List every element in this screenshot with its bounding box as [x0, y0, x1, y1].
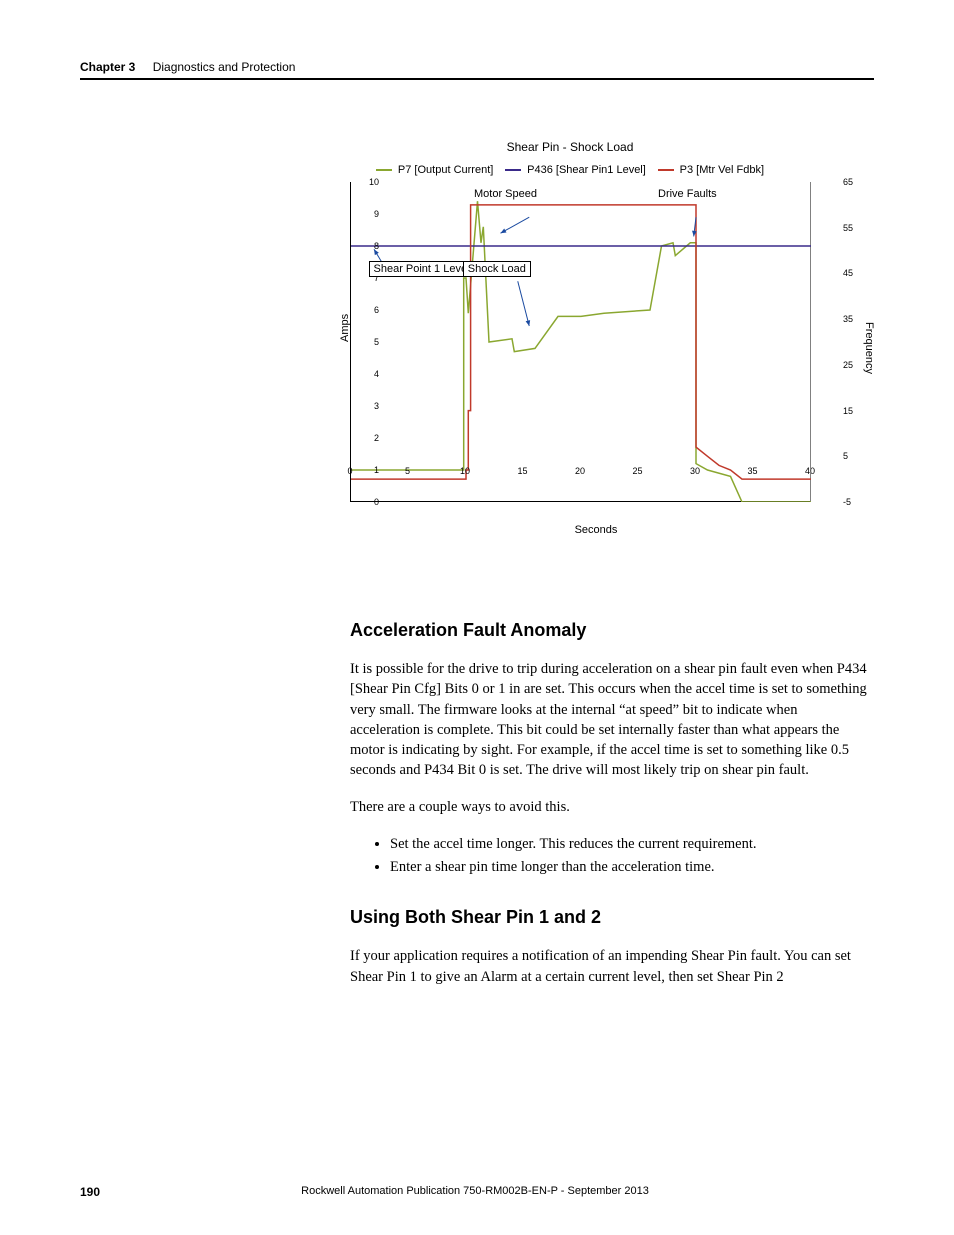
chart-annotation: Shock Load — [463, 261, 531, 277]
y2-tick: 5 — [843, 451, 861, 461]
chart-legend: P7 [Output Current] P436 [Shear Pin1 Lev… — [320, 164, 820, 176]
y-tick: 6 — [369, 305, 379, 315]
x-tick: 5 — [405, 466, 410, 476]
x-tick: 30 — [690, 466, 700, 476]
publication-info: Rockwell Automation Publication 750-RM00… — [100, 1185, 850, 1199]
page-footer: 190 Rockwell Automation Publication 750-… — [80, 1185, 874, 1199]
list-item: Enter a shear pin time longer than the a… — [390, 856, 870, 879]
x-tick: 10 — [460, 466, 470, 476]
y2-tick: -5 — [843, 497, 861, 507]
page: Chapter 3 Diagnostics and Protection She… — [0, 0, 954, 1235]
legend-item: P7 [Output Current] — [376, 164, 493, 176]
y-tick: 1 — [369, 465, 379, 475]
body-paragraph: It is possible for the drive to trip dur… — [350, 659, 870, 781]
y2-tick: 25 — [843, 360, 861, 370]
y2-tick: 55 — [843, 223, 861, 233]
x-tick: 15 — [517, 466, 527, 476]
footer-spacer — [850, 1185, 874, 1199]
bullet-list: Set the accel time longer. This reduces … — [350, 833, 870, 879]
legend-label: P7 [Output Current] — [398, 164, 493, 176]
body-paragraph: There are a couple ways to avoid this. — [350, 797, 870, 817]
content-column: Shear Pin - Shock Load P7 [Output Curren… — [350, 140, 870, 987]
legend-label: P3 [Mtr Vel Fdbk] — [680, 164, 764, 176]
chart: Shear Pin - Shock Load P7 [Output Curren… — [320, 140, 820, 560]
y-tick: 4 — [369, 369, 379, 379]
x-tick: 25 — [632, 466, 642, 476]
plot-svg — [351, 182, 811, 502]
page-number: 190 — [80, 1185, 100, 1199]
section-heading: Using Both Shear Pin 1 and 2 — [350, 907, 870, 928]
y2-tick: 65 — [843, 177, 861, 187]
legend-item: P3 [Mtr Vel Fdbk] — [658, 164, 764, 176]
y2-tick: 35 — [843, 314, 861, 324]
legend-swatch — [505, 169, 521, 171]
y-tick: 2 — [369, 433, 379, 443]
chart-title: Shear Pin - Shock Load — [320, 140, 820, 154]
y-tick: 3 — [369, 401, 379, 411]
x-tick: 40 — [805, 466, 815, 476]
y-tick: 5 — [369, 337, 379, 347]
plot-area: Amps Frequency Seconds 012345678910-5515… — [350, 182, 810, 502]
y2-axis-label: Frequency — [863, 322, 875, 374]
list-item: Set the accel time longer. This reduces … — [390, 833, 870, 856]
y2-tick: 45 — [843, 268, 861, 278]
chart-annotation: Drive Faults — [656, 188, 719, 200]
x-axis-label: Seconds — [351, 524, 841, 536]
legend-label: P436 [Shear Pin1 Level] — [527, 164, 646, 176]
x-tick: 35 — [747, 466, 757, 476]
header-rule — [80, 78, 874, 80]
chart-annotation: Shear Point 1 Level — [369, 261, 475, 277]
y-tick: 10 — [369, 177, 379, 187]
x-tick: 20 — [575, 466, 585, 476]
y-axis-label: Amps — [339, 314, 351, 342]
y2-tick: 15 — [843, 406, 861, 416]
section-label: Diagnostics and Protection — [153, 60, 296, 74]
legend-swatch — [658, 169, 674, 171]
legend-swatch — [376, 169, 392, 171]
body-paragraph: If your application requires a notificat… — [350, 946, 870, 987]
y-tick: 8 — [369, 241, 379, 251]
chart-annotation: Motor Speed — [472, 188, 539, 200]
y-tick: 9 — [369, 209, 379, 219]
y-tick: 0 — [369, 497, 379, 507]
section-heading: Acceleration Fault Anomaly — [350, 620, 870, 641]
running-head: Chapter 3 Diagnostics and Protection — [80, 60, 874, 74]
legend-item: P436 [Shear Pin1 Level] — [505, 164, 646, 176]
chapter-label: Chapter 3 — [80, 60, 135, 74]
x-tick: 0 — [347, 466, 352, 476]
